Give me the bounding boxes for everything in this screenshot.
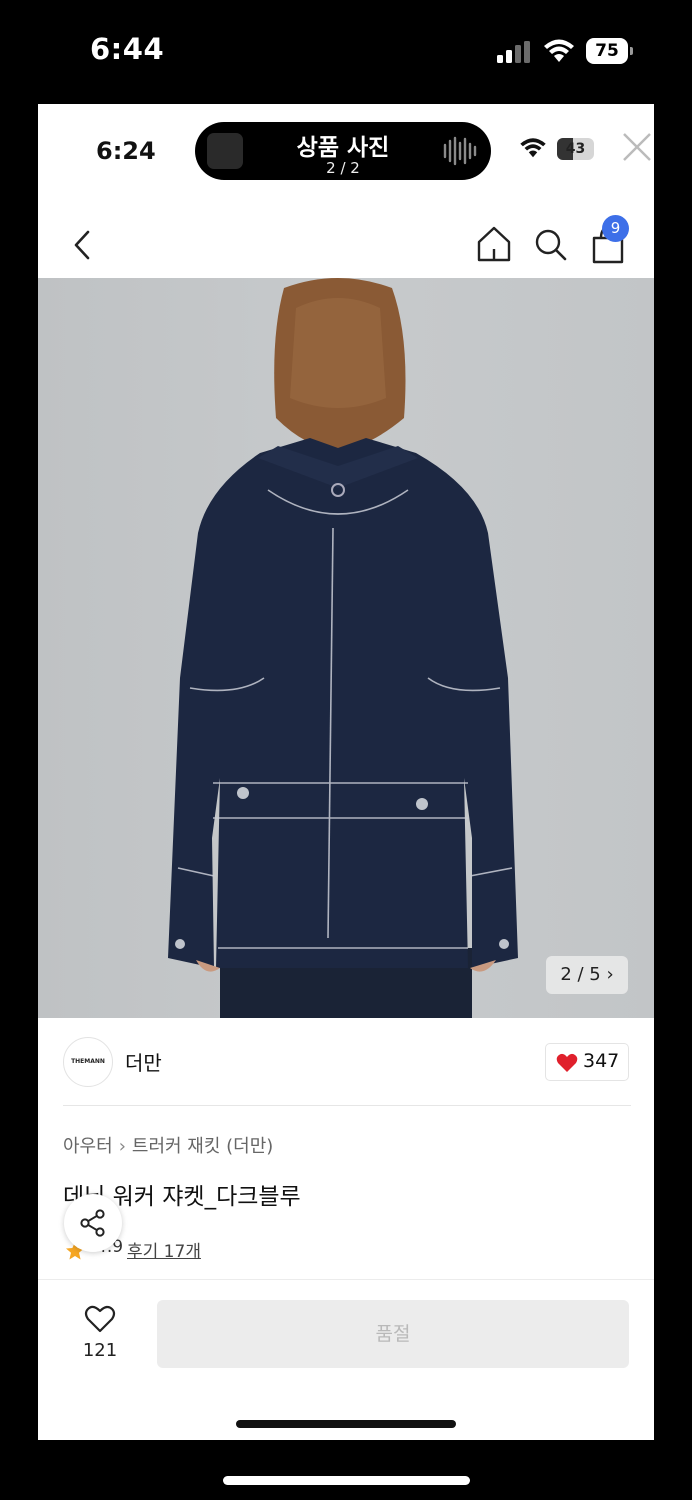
review-count-link[interactable]: 후기 17개 [127,1237,201,1262]
battery-icon: 75 [586,38,634,64]
model-denim-jacket-image [168,278,518,1018]
wishlist-count: 121 [82,1340,118,1361]
cart-count-badge: 9 [602,215,629,242]
breadcrumb-subcategory[interactable]: 트러커 재킷 (더만) [132,1136,273,1157]
inner-battery-level: 43 [565,141,586,157]
brand-like-count: 347 [583,1050,620,1072]
inner-status-bar: 6:24 상품 사진 2 / 2 43 9 [38,104,654,278]
brand-name[interactable]: 더만 [125,1047,162,1076]
photo-page-indicator[interactable]: 2 / 5 › [546,956,628,994]
product-photo[interactable]: 2 / 5 › [38,278,654,1018]
wifi-icon [544,39,574,62]
heart-outline-icon [84,1305,116,1333]
sold-out-button[interactable]: 품절 [157,1300,629,1368]
brand-logo[interactable]: THEMANN [63,1037,113,1087]
wishlist-button[interactable]: 121 [68,1296,132,1366]
brand-like-button[interactable]: 347 [545,1043,629,1081]
inner-wifi-icon [520,138,546,158]
home-icon[interactable] [475,224,513,264]
inner-clock: 6:24 [96,137,156,165]
purchase-bar: 121 품절 [38,1279,654,1440]
search-icon[interactable] [532,225,570,265]
dynamic-island[interactable]: 상품 사진 2 / 2 [195,122,491,180]
brand-row[interactable]: THEMANN 더만 347 [38,1018,654,1106]
inner-battery-icon: 43 [557,138,599,160]
home-indicator[interactable] [223,1476,470,1485]
app-screenshot: 6:24 상품 사진 2 / 2 43 9 2 / 5 › THEMANN 더만… [38,104,654,1440]
outer-clock: 6:44 [90,32,165,66]
divider [63,1105,631,1106]
close-icon[interactable] [621,131,653,163]
share-button[interactable] [64,1194,122,1252]
breadcrumb: 아우터 › 트러커 재킷 (더만) [63,1132,273,1158]
cellular-signal-icon [497,41,530,63]
top-navigation [38,212,654,278]
outer-status-bar: 6:44 75 [0,0,692,104]
back-arrow-icon[interactable] [68,226,98,264]
heart-filled-icon [556,1053,578,1072]
battery-level: 75 [586,38,628,64]
chevron-right-icon: › [118,1136,126,1157]
share-icon [80,1209,105,1237]
inner-home-indicator [236,1420,456,1428]
breadcrumb-category[interactable]: 아우터 [63,1136,113,1157]
waveform-icon [443,136,477,166]
